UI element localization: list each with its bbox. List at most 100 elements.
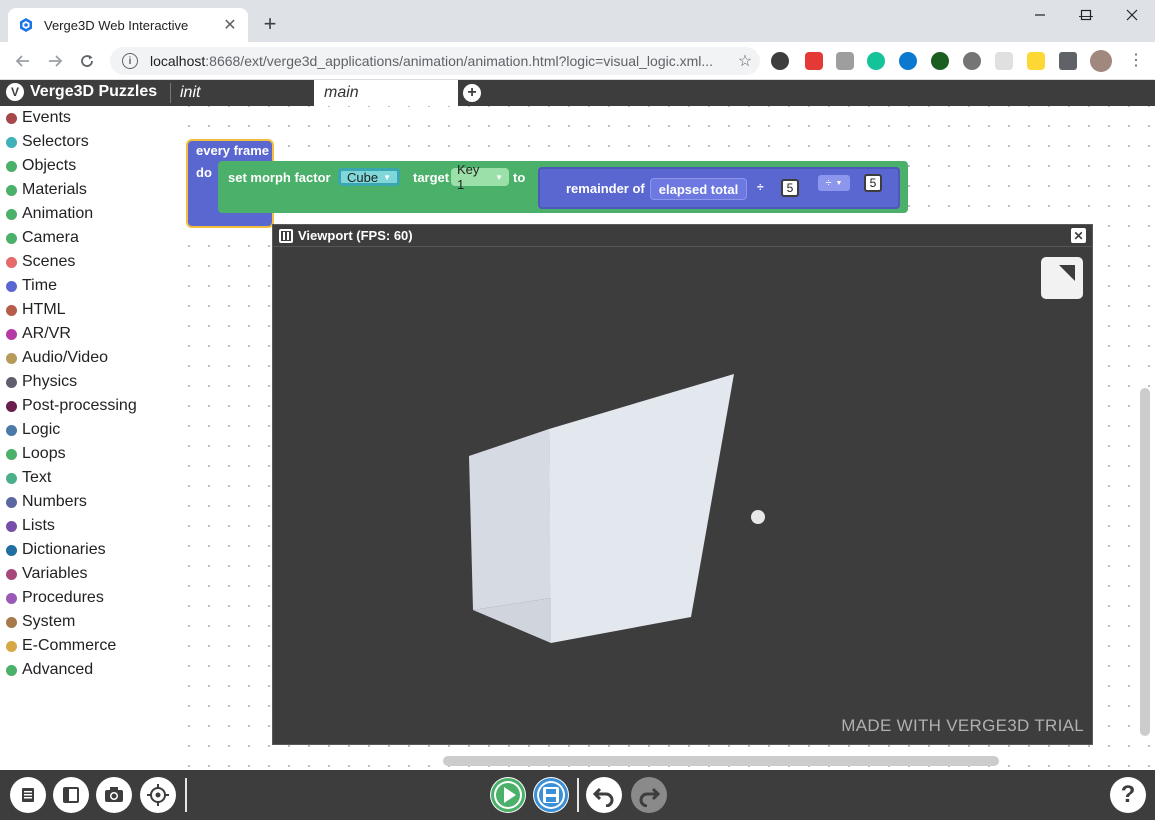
extension-folder-icon[interactable] [995, 52, 1013, 70]
category-physics[interactable]: Physics [6, 370, 77, 394]
horizontal-scrollbar[interactable] [443, 756, 999, 766]
object-dropdown[interactable]: Cube ▼ [338, 168, 400, 186]
save-icon [534, 778, 568, 812]
address-bar[interactable]: i localhost:8668/ext/verge3d_application… [110, 47, 760, 75]
bookmark-star-icon[interactable]: ☆ [730, 51, 760, 71]
play-icon [491, 778, 525, 812]
browser-tab[interactable]: Verge3D Web Interactive ✕ [8, 8, 248, 42]
category-color-dot [6, 424, 17, 436]
app-title: Verge3D Puzzles [30, 83, 158, 100]
lastpass-extension-icon[interactable] [805, 52, 823, 70]
tab-close-icon[interactable]: ✕ [222, 15, 238, 35]
category-label: Materials [22, 181, 87, 198]
elapsed-total-block[interactable]: elapsed total [650, 178, 747, 200]
screenshot-button[interactable] [96, 777, 132, 813]
category-color-dot [6, 352, 17, 364]
close-window-icon[interactable] [1109, 0, 1155, 30]
camera-icon [105, 787, 123, 802]
do-label: do [196, 165, 212, 180]
viewport-window[interactable]: Viewport (FPS: 60) ✕ MADE WITH VERGE3D T… [272, 224, 1093, 745]
category-color-dot [6, 136, 17, 148]
category-dictionaries[interactable]: Dictionaries [6, 538, 106, 562]
site-info-icon[interactable]: i [122, 53, 138, 69]
category-e-commerce[interactable]: E-Commerce [6, 634, 116, 658]
category-label: Advanced [22, 661, 94, 678]
category-color-dot [6, 664, 17, 676]
category-procedures[interactable]: Procedures [6, 586, 104, 610]
center-view-button[interactable] [140, 777, 176, 813]
reload-icon[interactable] [74, 48, 100, 74]
extension-gray-icon[interactable] [963, 52, 981, 70]
category-color-dot [6, 160, 17, 172]
category-lists[interactable]: Lists [6, 514, 55, 538]
category-label: AR/VR [22, 325, 71, 342]
divide-operand-field[interactable]: 5 [781, 179, 799, 197]
remainder-operand-field[interactable]: 5 [864, 174, 882, 192]
new-tab-button[interactable]: + [258, 12, 282, 36]
category-label: Time [22, 277, 57, 294]
library-button[interactable] [10, 777, 46, 813]
chevron-down-icon: ▼ [835, 179, 843, 187]
avatar[interactable] [1090, 50, 1112, 72]
vertical-scrollbar[interactable] [1140, 388, 1150, 736]
undo-icon [592, 787, 614, 807]
help-button[interactable]: ? [1110, 777, 1146, 813]
category-scenes[interactable]: Scenes [6, 250, 75, 274]
tab-init[interactable]: init [170, 80, 310, 106]
category-label: Variables [22, 565, 88, 582]
back-arrow-icon[interactable] [10, 48, 36, 74]
category-html[interactable]: HTML [6, 298, 66, 322]
category-color-dot [6, 472, 17, 484]
sidebar-toggle-button[interactable] [53, 777, 89, 813]
ublock-extension-icon[interactable] [771, 52, 789, 70]
to-label: to [513, 170, 526, 185]
extensions-puzzle-icon[interactable] [1059, 52, 1077, 70]
category-variables[interactable]: Variables [6, 562, 88, 586]
category-animation[interactable]: Animation [6, 202, 93, 226]
operator-dropdown[interactable]: ÷ ▼ [818, 175, 850, 191]
library-icon [22, 788, 34, 802]
save-button[interactable] [533, 777, 569, 813]
browser-toolbar: i localhost:8668/ext/verge3d_application… [0, 42, 1155, 80]
category-camera[interactable]: Camera [6, 226, 79, 250]
toolbar-divider [577, 778, 579, 812]
redo-button[interactable] [631, 777, 667, 813]
category-label: Logic [22, 421, 61, 438]
light-sphere [751, 510, 765, 524]
category-numbers[interactable]: Numbers [6, 490, 87, 514]
category-logic[interactable]: Logic [6, 418, 60, 442]
category-label: Selectors [22, 133, 89, 150]
add-tab-button[interactable]: + [463, 84, 481, 102]
fullscreen-button[interactable] [1041, 257, 1083, 299]
category-time[interactable]: Time [6, 274, 57, 298]
minimize-icon[interactable] [1017, 0, 1063, 30]
forward-arrow-icon[interactable] [42, 48, 68, 74]
maximize-icon[interactable] [1063, 0, 1109, 30]
undo-button[interactable] [586, 777, 622, 813]
category-post-processing[interactable]: Post-processing [6, 394, 137, 418]
play-button[interactable] [490, 777, 526, 813]
category-audio-video[interactable]: Audio/Video [6, 346, 108, 370]
menu-dots-icon[interactable]: ⋮ [1128, 52, 1144, 70]
category-text[interactable]: Text [6, 466, 51, 490]
redo-icon [639, 787, 661, 807]
category-system[interactable]: System [6, 610, 75, 634]
key-dropdown[interactable]: Key 1 ▼ [451, 162, 509, 192]
category-objects[interactable]: Objects [6, 154, 76, 178]
category-selectors[interactable]: Selectors [6, 130, 89, 154]
category-materials[interactable]: Materials [6, 178, 87, 202]
scene-canvas[interactable] [273, 225, 1092, 744]
category-advanced[interactable]: Advanced [6, 658, 93, 682]
tab-main[interactable]: main [314, 80, 458, 106]
extension-icon[interactable] [899, 52, 917, 70]
category-loops[interactable]: Loops [6, 442, 66, 466]
category-color-dot [6, 400, 17, 412]
extension-m-icon[interactable] [1027, 52, 1045, 70]
browser-tab-title: Verge3D Web Interactive [44, 17, 189, 33]
category-color-dot [6, 448, 17, 460]
category-events[interactable]: Events [6, 106, 71, 130]
category-ar-vr[interactable]: AR/VR [6, 322, 71, 346]
camera-extension-icon[interactable] [836, 52, 854, 70]
extension-green-icon[interactable] [931, 52, 949, 70]
grammarly-extension-icon[interactable] [867, 52, 885, 70]
